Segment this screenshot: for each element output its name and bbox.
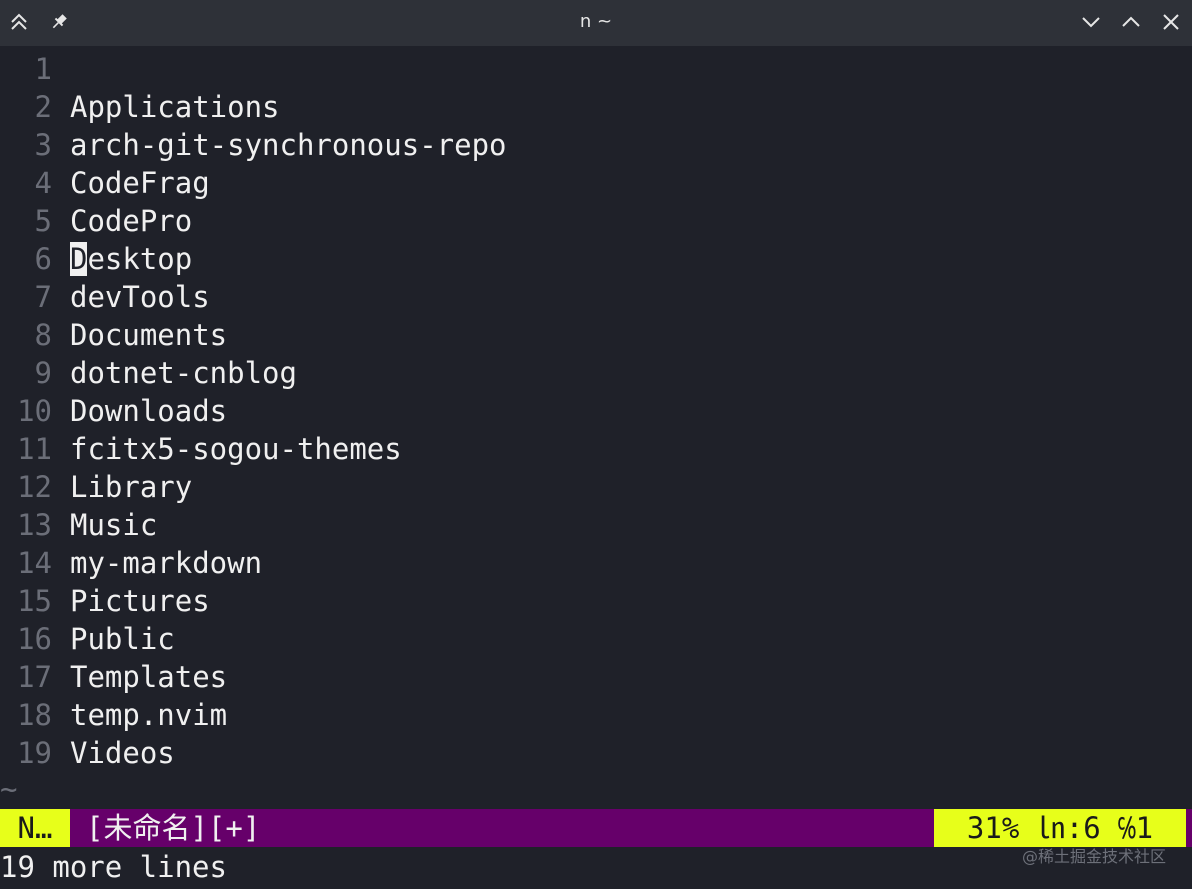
line-number: 4 xyxy=(34,166,52,200)
status-line: N… [未命名][+] 31% ㏑:6 ℅1 xyxy=(0,809,1192,847)
line-text: dotnet-cnblog xyxy=(70,356,297,390)
line-number: 2 xyxy=(34,90,52,124)
keep-above-button[interactable] xyxy=(3,6,35,38)
line-text: Documents xyxy=(70,318,228,352)
buffer-line: 14 my-markdown xyxy=(0,544,1192,582)
buffer-line: 5 CodePro xyxy=(0,202,1192,240)
buffer-line: 17 Templates xyxy=(0,658,1192,696)
line-number: 6 xyxy=(34,242,52,276)
buffer-line: 13 Music xyxy=(0,506,1192,544)
command-message: 19 more lines xyxy=(0,850,227,884)
buffer-line: 7 devTools xyxy=(0,278,1192,316)
buffer-line: 18 temp.nvim xyxy=(0,696,1192,734)
line-text: CodePro xyxy=(70,204,193,238)
watermark: @稀土掘金技术社区 xyxy=(1021,847,1166,866)
close-button[interactable] xyxy=(1155,6,1187,38)
buffer-line: 3 arch-git-synchronous-repo xyxy=(0,126,1192,164)
terminal-window: n ~ 1 2 Applications 3 arch-git-synchronou… xyxy=(0,0,1192,889)
line-text: temp.nvim xyxy=(70,698,228,732)
buffer-line: 12 Library xyxy=(0,468,1192,506)
pin-button[interactable] xyxy=(43,6,75,38)
line-number: 7 xyxy=(34,280,52,314)
pin-icon xyxy=(52,14,67,29)
line-text: devTools xyxy=(70,280,210,314)
line-text: my-markdown xyxy=(70,546,263,580)
line-text: Desktop xyxy=(70,240,192,278)
chevron-up-icon xyxy=(1122,16,1140,27)
line-number: 8 xyxy=(34,318,52,352)
line-number: 13 xyxy=(17,508,52,542)
line-number: 19 xyxy=(17,736,52,770)
line-text: Library xyxy=(70,470,193,504)
line-text: arch-git-synchronous-repo xyxy=(70,128,507,162)
buffer-line: 8 Documents xyxy=(0,316,1192,354)
double-chevron-up-icon xyxy=(11,13,27,30)
line-number: 17 xyxy=(17,660,52,694)
window-title: n ~ xyxy=(579,11,613,32)
editor-buffer[interactable]: 1 2 Applications 3 arch-git-synchronous-re… xyxy=(0,50,1192,772)
line-number: 12 xyxy=(17,470,52,504)
line-number: 3 xyxy=(34,128,52,162)
buffer-line: 10 Downloads xyxy=(0,392,1192,430)
buffer-line-current: 6 Desktop xyxy=(0,240,1192,278)
buffer-line: 15 Pictures xyxy=(0,582,1192,620)
buffer-filename: [未命名][+] xyxy=(86,811,261,845)
line-number: 1 xyxy=(34,52,52,86)
line-number: 11 xyxy=(17,432,52,466)
buffer-line: 16 Public xyxy=(0,620,1192,658)
line-number: 15 xyxy=(17,584,52,618)
line-number: 18 xyxy=(17,698,52,732)
line-number: 10 xyxy=(17,394,52,428)
line-text: Videos xyxy=(70,736,175,770)
line-text: Pictures xyxy=(70,584,210,618)
line-number: 9 xyxy=(34,356,52,390)
cursor-position: 31% ㏑:6 ℅1 xyxy=(934,809,1186,847)
buffer-line: 2 Applications xyxy=(0,88,1192,126)
line-text: Music xyxy=(70,508,158,542)
line-text: fcitx5-sogou-themes xyxy=(70,432,402,466)
end-of-buffer-marker: ~ xyxy=(0,772,18,806)
line-number: 14 xyxy=(17,546,52,580)
close-icon xyxy=(1163,14,1179,30)
line-text: CodeFrag xyxy=(70,166,210,200)
line-number: 16 xyxy=(17,622,52,656)
line-text-rest: esktop xyxy=(87,242,193,276)
maximize-button[interactable] xyxy=(1115,6,1147,38)
line-text: Applications xyxy=(70,90,280,124)
buffer-line: 4 CodeFrag xyxy=(0,164,1192,202)
buffer-line: 9 dotnet-cnblog xyxy=(0,354,1192,392)
line-text: Downloads xyxy=(70,394,228,428)
title-bar[interactable]: n ~ xyxy=(0,0,1192,46)
buffer-line: 1 xyxy=(0,50,1192,88)
buffer-line: 19 Videos xyxy=(0,734,1192,772)
text-cursor: D xyxy=(70,242,88,276)
minimize-button[interactable] xyxy=(1075,6,1107,38)
line-number: 5 xyxy=(34,204,52,238)
mode-indicator: N… xyxy=(0,809,70,847)
line-text: Templates xyxy=(70,660,228,694)
chevron-down-icon xyxy=(1082,17,1100,28)
buffer-line: 11 fcitx5-sogou-themes xyxy=(0,430,1192,468)
line-text: Public xyxy=(70,622,175,656)
